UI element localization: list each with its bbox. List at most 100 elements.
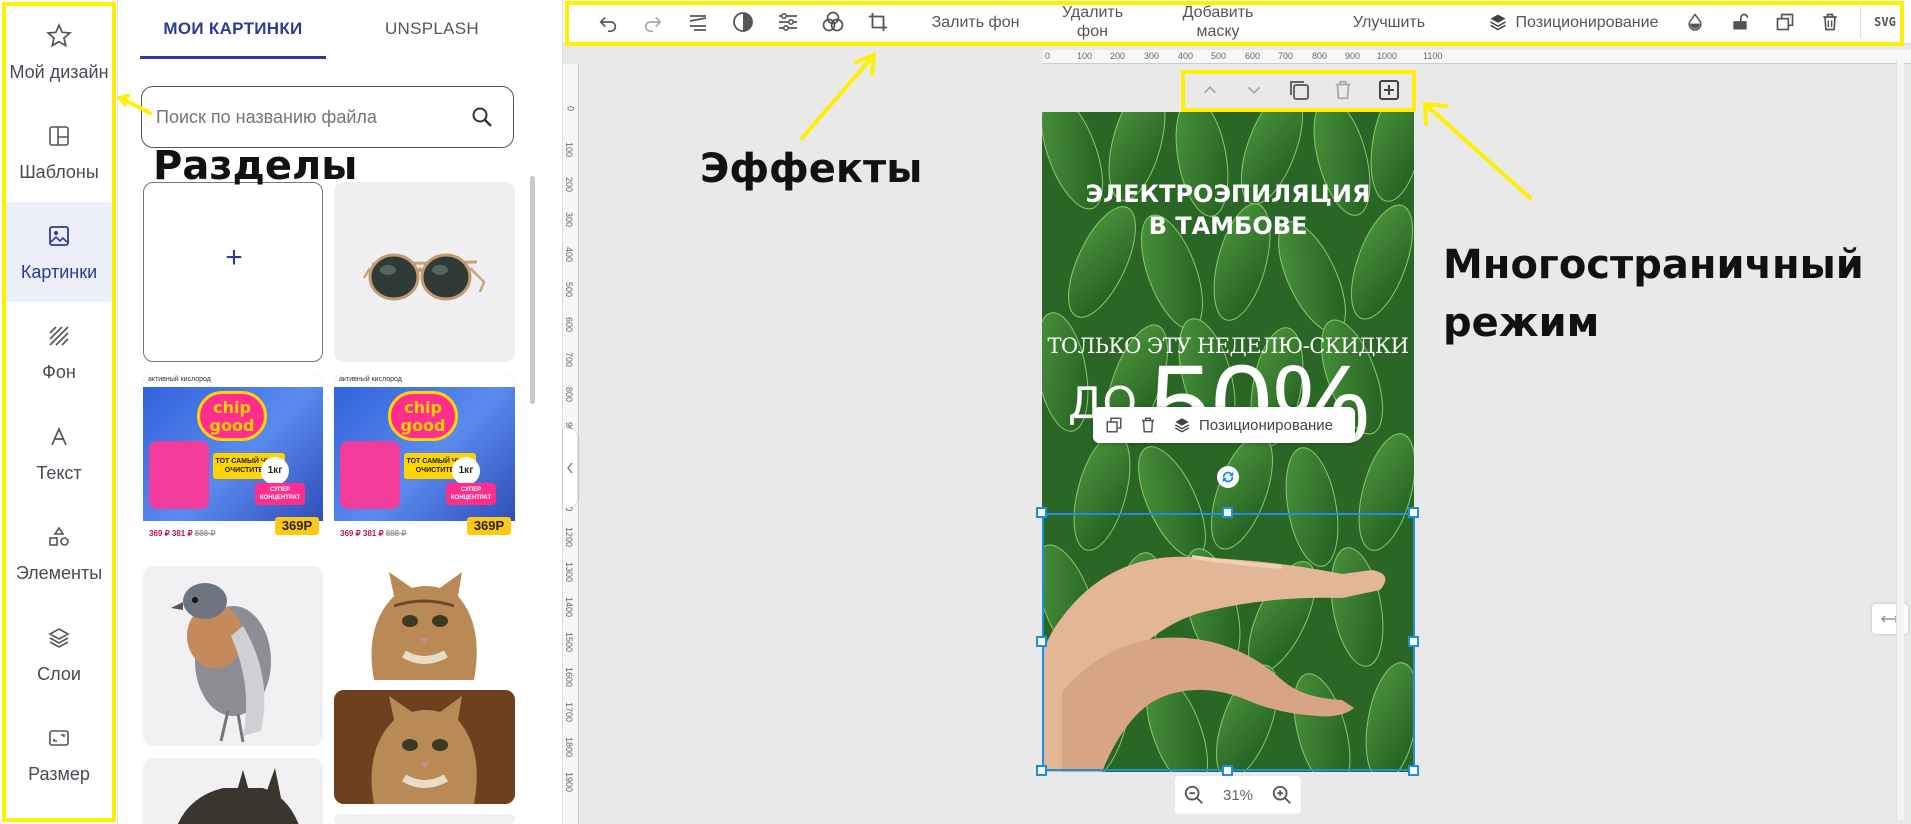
- svg-export-button[interactable]: SVG: [1865, 0, 1905, 44]
- search-input[interactable]: [156, 101, 456, 133]
- page-add-icon[interactable]: [1377, 78, 1401, 107]
- image-thumbnail-dog[interactable]: [143, 758, 323, 824]
- sidebar-item-size[interactable]: Размер: [5, 704, 113, 804]
- enhance-button[interactable]: Улучшить: [1341, 0, 1437, 44]
- crop-icon[interactable]: [863, 0, 893, 44]
- product-concentrate: СУПЕР КОНЦЕНТРАТ: [255, 483, 305, 505]
- panel-collapse-handle[interactable]: [563, 428, 577, 508]
- adjustments-icon[interactable]: [773, 0, 803, 44]
- resize-handle-tr[interactable]: [1408, 507, 1419, 518]
- ruler-tick: 100: [1077, 51, 1093, 61]
- ruler-tick: 500: [1211, 51, 1227, 61]
- sidebar-item-layers[interactable]: Слои: [5, 604, 113, 704]
- page-move-up-icon[interactable]: [1199, 79, 1221, 106]
- star-icon: [45, 22, 73, 50]
- page-delete-icon[interactable]: [1332, 78, 1354, 107]
- duplicate-icon[interactable]: [1770, 0, 1800, 44]
- opacity-icon[interactable]: [1680, 0, 1710, 44]
- rotate-icon[interactable]: [1217, 466, 1239, 488]
- sidebar-item-text[interactable]: Текст: [5, 403, 113, 503]
- sidebar-item-label: Текст: [36, 462, 82, 483]
- bird-image: [171, 583, 271, 743]
- resize-handle-bl[interactable]: [1036, 765, 1047, 776]
- legs-image[interactable]: [1042, 512, 1414, 772]
- page-duplicate-icon[interactable]: [1287, 78, 1311, 107]
- image-thumbnail-product-1[interactable]: активный кислород chip good ТОТ САМЫЙ ЧУ…: [143, 373, 323, 553]
- ruler-tick: 1800: [564, 737, 574, 758]
- resize-handle-b[interactable]: [1222, 765, 1233, 776]
- duplicate-icon[interactable]: [1105, 416, 1123, 434]
- zoom-level: 31%: [1222, 786, 1254, 804]
- tab-unsplash[interactable]: UNSPLASH: [358, 0, 506, 58]
- product-price-badge: 369Р: [275, 517, 319, 535]
- redo-icon[interactable]: [638, 0, 668, 44]
- context-toolbar: Позиционирование: [1093, 407, 1355, 443]
- fill-background-button[interactable]: Залить фон: [928, 0, 1023, 44]
- sidebar-item-label: Шаблоны: [19, 161, 99, 182]
- brand-line1: chip: [404, 398, 442, 417]
- image-thumbnail-partial[interactable]: [334, 814, 515, 824]
- sidebar-item-label: Картинки: [20, 261, 98, 282]
- design-discount-value[interactable]: 50%: [1150, 350, 1370, 460]
- flip-icon[interactable]: [683, 0, 713, 44]
- sidebar-item-label: Фон: [42, 361, 76, 382]
- positioning-button[interactable]: Позиционирование: [1473, 0, 1673, 44]
- resize-handle-r[interactable]: [1408, 636, 1419, 647]
- ruler-tick: 200: [1110, 51, 1126, 61]
- workspace-scrollbar[interactable]: [1896, 60, 1904, 820]
- layers-icon[interactable]: [1173, 416, 1191, 434]
- ruler-tick: 500: [564, 282, 574, 298]
- image-thumbnail-bird[interactable]: [143, 566, 323, 746]
- zoom-in-icon[interactable]: [1271, 784, 1293, 806]
- sidebar-item-templates[interactable]: Шаблоны: [5, 102, 113, 202]
- images-panel: МОИ КАРТИНКИ UNSPLASH + активный кислоро…: [118, 0, 563, 824]
- ruler-tick: 900: [1345, 51, 1361, 61]
- search-icon[interactable]: [470, 105, 494, 134]
- ruler-tick: 0: [1045, 51, 1051, 61]
- sidebar-item-label: Мой дизайн: [9, 61, 109, 82]
- ruler-tick: 100: [564, 142, 574, 158]
- delete-icon[interactable]: [1815, 0, 1845, 44]
- headline-line1: ЭЛЕКТРОЭПИЛЯЦИЯ: [1085, 180, 1371, 208]
- product-hand-graphic: [149, 441, 209, 509]
- background-icon: [45, 322, 73, 350]
- resize-handle-t[interactable]: [1222, 507, 1233, 518]
- zoom-out-icon[interactable]: [1183, 784, 1205, 806]
- image-thumbnail-cat-1[interactable]: [334, 566, 515, 680]
- sidebar-item-images[interactable]: Картинки: [5, 202, 113, 302]
- ruler-tick: 300: [564, 212, 574, 228]
- sidebar-item-my-design[interactable]: Мой дизайн: [5, 2, 113, 102]
- annotation-multipage-line2: режим: [1443, 300, 1600, 346]
- remove-background-button[interactable]: Удалить фон: [1045, 0, 1140, 44]
- sidebar-item-elements[interactable]: Элементы: [5, 503, 113, 603]
- image-thumbnail-product-2[interactable]: активный кислород chip good ТОТ САМЫЙ ЧУ…: [334, 373, 515, 553]
- delete-icon[interactable]: [1139, 416, 1157, 434]
- image-thumbnail-cat-2[interactable]: [334, 690, 515, 804]
- ruler-tick: 1400: [564, 597, 574, 618]
- lock-open-icon[interactable]: [1725, 0, 1755, 44]
- upload-image-tile[interactable]: +: [143, 182, 323, 362]
- design-headline[interactable]: ЭЛЕКТРОЭПИЛЯЦИЯ В ТАМБОВЕ: [1042, 178, 1414, 242]
- resize-handle-l[interactable]: [1036, 636, 1047, 647]
- sidebar-item-label: Слои: [37, 663, 81, 684]
- brand-line2: good: [400, 416, 446, 435]
- contrast-icon[interactable]: [728, 0, 758, 44]
- undo-icon[interactable]: [593, 0, 623, 44]
- page-move-down-icon[interactable]: [1243, 79, 1265, 106]
- add-mask-button[interactable]: Добавить маску: [1163, 0, 1273, 44]
- resize-handle-br[interactable]: [1408, 765, 1419, 776]
- tab-my-images[interactable]: МОИ КАРТИНКИ: [140, 0, 326, 58]
- zoom-control: 31%: [1175, 776, 1301, 814]
- image-thumbnail-sunglasses[interactable]: [334, 182, 515, 362]
- brand-logo: chip good: [197, 391, 267, 441]
- top-toolbar: Залить фон Удалить фон Добавить маску Ул…: [563, 0, 1911, 44]
- ruler-tick: 800: [1312, 51, 1328, 61]
- layers-icon: [1488, 12, 1508, 32]
- headline-line2: В ТАМБОВЕ: [1148, 212, 1308, 240]
- ruler-tick: 1600: [564, 667, 574, 688]
- sidebar-item-background[interactable]: Фон: [5, 302, 113, 402]
- context-positioning-button[interactable]: Позиционирование: [1199, 417, 1333, 434]
- filters-icon[interactable]: [818, 0, 848, 44]
- panel-scrollbar[interactable]: [530, 176, 535, 404]
- resize-handle-tl[interactable]: [1036, 507, 1047, 518]
